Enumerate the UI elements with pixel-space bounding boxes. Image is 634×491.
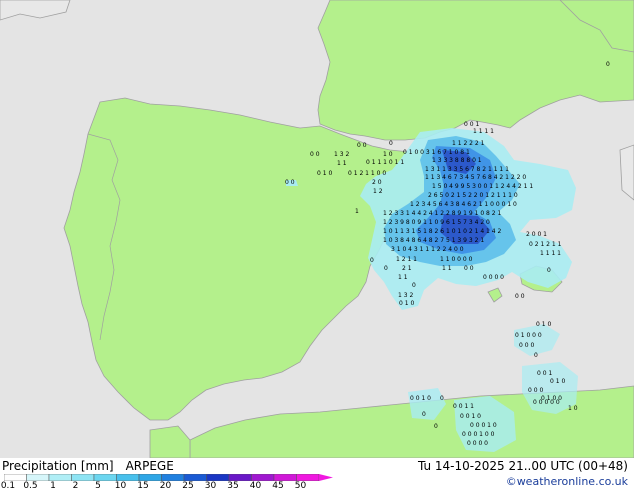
precip-value-10: 0 1 1 1 0 1 1 xyxy=(366,159,404,166)
precip-value-0: 0 0 1 xyxy=(464,121,479,128)
legend-swatch-2 xyxy=(48,474,72,481)
precip-value-13: 0 1 2 1 1 0 0 xyxy=(348,170,386,177)
precip-value-24: 1 2 3 9 8 0 9 1 1 0 9 6 1 5 7 3 4 2 0 xyxy=(383,219,490,226)
precip-value-45: 0 1 0 xyxy=(536,321,551,328)
legend-swatch-9 xyxy=(206,474,230,481)
precip-value-3: 0 xyxy=(389,140,393,147)
precip-value-14: 1 3 1 1 3 3 5 6 7 8 2 1 1 1 1 xyxy=(425,166,509,173)
precip-value-19: 1 5 0 4 9 9 5 3 0 0 1 1 2 4 4 2 1 1 xyxy=(432,183,533,190)
precip-value-49: 0 0 1 xyxy=(537,370,552,377)
parameter-title: Precipitation [mm] xyxy=(2,459,114,473)
legend-swatch-10 xyxy=(228,474,252,481)
map-canvas: 0 0 11 1 1 10 001 1 2 2 2 10 01 3 21 00 … xyxy=(0,0,634,458)
precip-value-11: 1 3 3 3 8 8 8 0 1 xyxy=(432,157,482,164)
precip-value-42: 1 3 2 xyxy=(398,292,413,299)
legend-swatch-0 xyxy=(4,474,27,481)
legend-swatch-6 xyxy=(138,474,162,481)
precip-value-60: 0 xyxy=(434,423,438,430)
precip-value-62: 0 0 0 1 0 0 xyxy=(462,431,495,438)
precip-value-56: 0 xyxy=(440,395,444,402)
precip-value-7: 1 0 xyxy=(383,151,393,158)
precip-value-12: 0 1 0 xyxy=(317,170,332,177)
precip-value-44: 0 1 0 xyxy=(399,300,414,307)
site-credit: ©weatheronline.co.uk xyxy=(505,475,628,488)
precip-value-31: 1 2 1 1 xyxy=(396,256,417,263)
precip-value-46: 0 1 0 0 0 xyxy=(515,332,542,339)
precip-value-57: 0 0 1 1 xyxy=(453,403,474,410)
valid-time: Tu 14-10-2025 21..00 UTC (00+48) xyxy=(417,459,628,473)
precip-value-61: 0 0 0 1 0 xyxy=(470,422,497,429)
precip-value-2: 0 0 xyxy=(357,142,367,149)
legend-colorbar xyxy=(4,474,333,481)
precip-value-37: 0 0 xyxy=(464,265,474,272)
precip-value-58: 0 xyxy=(422,411,426,418)
precip-value-1: 1 1 1 1 xyxy=(473,128,494,135)
precip-value-53: 0 0 0 0 0 xyxy=(533,399,560,406)
legend-arrow xyxy=(319,474,333,481)
legend-swatch-11 xyxy=(251,474,275,481)
precip-value-23: 1 2 3 3 1 4 4 2 4 1 2 2 8 9 1 9 1 0 8 2 … xyxy=(383,210,501,217)
precip-value-64: 0 xyxy=(606,61,610,68)
legend-swatch-5 xyxy=(116,474,140,481)
legend-swatch-8 xyxy=(183,474,207,481)
precip-value-36: 1 1 xyxy=(442,265,452,272)
legend-swatch-12 xyxy=(273,474,297,481)
precip-value-39: 1 1 xyxy=(398,274,408,281)
precip-value-33: 0 xyxy=(370,257,374,264)
precip-value-15: 2 0 xyxy=(372,179,382,186)
precip-value-34: 0 xyxy=(384,265,388,272)
precip-value-8: 0 1 0 0 3 1 6 7 1 0 8 1 xyxy=(403,149,470,156)
precip-value-28: 0 2 1 2 1 1 xyxy=(529,241,562,248)
precip-value-26: 2 0 0 1 xyxy=(526,231,547,238)
legend-swatch-1 xyxy=(26,474,50,481)
precip-value-54: 1 0 xyxy=(568,405,578,412)
precip-value-16: 1 1 3 4 6 7 3 4 5 7 6 8 4 2 1 2 2 0 xyxy=(425,174,526,181)
model-name: ARPEGE xyxy=(125,459,174,473)
precip-value-55: 0 0 1 0 xyxy=(410,395,431,402)
precipitation-map: 0 0 11 1 1 10 001 1 2 2 2 10 01 3 21 00 … xyxy=(0,0,634,458)
legend-swatch-7 xyxy=(161,474,185,481)
precip-value-38: 0 xyxy=(547,267,551,274)
map-title: Precipitation [mm] ARPEGE xyxy=(2,459,174,473)
precip-value-25: 1 0 1 1 3 1 5 1 8 2 6 1 0 1 0 2 1 4 1 4 … xyxy=(383,228,501,235)
precip-value-47: 0 0 0 xyxy=(519,342,534,349)
precip-value-29: 3 1 0 4 3 1 1 1 2 2 4 0 0 xyxy=(391,246,464,253)
precip-value-51: 0 0 0 xyxy=(528,387,543,394)
precip-value-43: 0 0 xyxy=(515,293,525,300)
precip-value-50: 0 1 0 xyxy=(550,378,565,385)
precip-value-48: 0 xyxy=(534,352,538,359)
precip-value-5: 0 0 xyxy=(310,151,320,158)
precip-value-32: 1 1 0 0 0 0 xyxy=(440,256,473,263)
precip-value-6: 1 3 2 xyxy=(334,151,349,158)
precip-value-20: 2 6 5 0 2 1 5 2 2 0 1 2 1 1 1 0 xyxy=(428,192,518,199)
footer: Precipitation [mm] ARPEGE Tu 14-10-2025 2… xyxy=(0,458,634,491)
legend-swatch-3 xyxy=(71,474,95,481)
precip-value-59: 0 0 1 0 xyxy=(460,413,481,420)
precip-value-63: 0 0 0 0 xyxy=(467,440,488,447)
legend-swatch-13 xyxy=(296,474,320,481)
precip-value-18: 1 2 xyxy=(373,188,383,195)
precip-value-40: 0 0 0 0 xyxy=(483,274,504,281)
precip-value-9: 1 1 xyxy=(337,160,347,167)
precip-value-35: 2 1 xyxy=(402,265,412,272)
precip-value-30: 1 1 1 1 xyxy=(540,250,561,257)
precip-value-27: 1 0 3 8 4 8 6 4 8 2 7 5 1 3 9 3 2 1 xyxy=(383,237,484,244)
precip-value-17: 0 0 xyxy=(285,179,295,186)
precip-value-41: 0 xyxy=(412,282,416,289)
precip-value-21: 1 2 3 4 5 6 4 3 8 4 6 2 1 1 0 0 0 1 0 xyxy=(410,201,517,208)
precip-value-4: 1 1 2 2 2 1 xyxy=(452,140,485,147)
precip-value-22: 1 xyxy=(355,208,359,215)
legend-swatch-4 xyxy=(93,474,117,481)
